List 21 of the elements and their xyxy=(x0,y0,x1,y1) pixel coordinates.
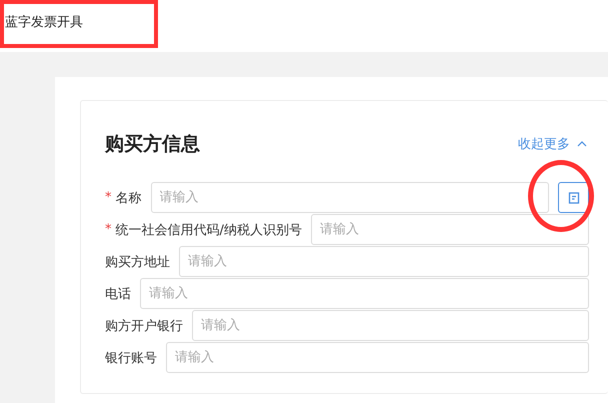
input-field[interactable]: 请输入 xyxy=(192,310,589,341)
field-label: 银行账号 xyxy=(105,350,157,366)
field-label: 名称 xyxy=(116,190,142,206)
highlight-circle xyxy=(528,160,594,232)
document-icon xyxy=(568,192,580,204)
page-title: 蓝字发票开具 xyxy=(5,15,83,30)
required-asterisk: * xyxy=(105,190,112,205)
field-label: 统一社会信用代码/纳税人识别号 xyxy=(116,222,302,238)
input-field[interactable]: 请输入 xyxy=(150,182,549,213)
chevron-icon xyxy=(577,141,587,147)
input-field[interactable]: 请输入 xyxy=(179,246,589,277)
required-asterisk: * xyxy=(105,222,112,237)
field-label: 电话 xyxy=(105,286,131,302)
picker-button[interactable] xyxy=(558,182,589,213)
input-field[interactable]: 请输入 xyxy=(140,278,589,309)
section-title: 购买方信息 xyxy=(105,132,200,157)
field-label: 购方开户银行 xyxy=(105,318,183,334)
input-field[interactable]: 请输入 xyxy=(166,342,589,373)
collapse-link[interactable]: 收起更多 xyxy=(518,135,589,153)
input-field[interactable]: 请输入 xyxy=(310,214,589,245)
field-label: 购买方地址 xyxy=(105,254,170,270)
